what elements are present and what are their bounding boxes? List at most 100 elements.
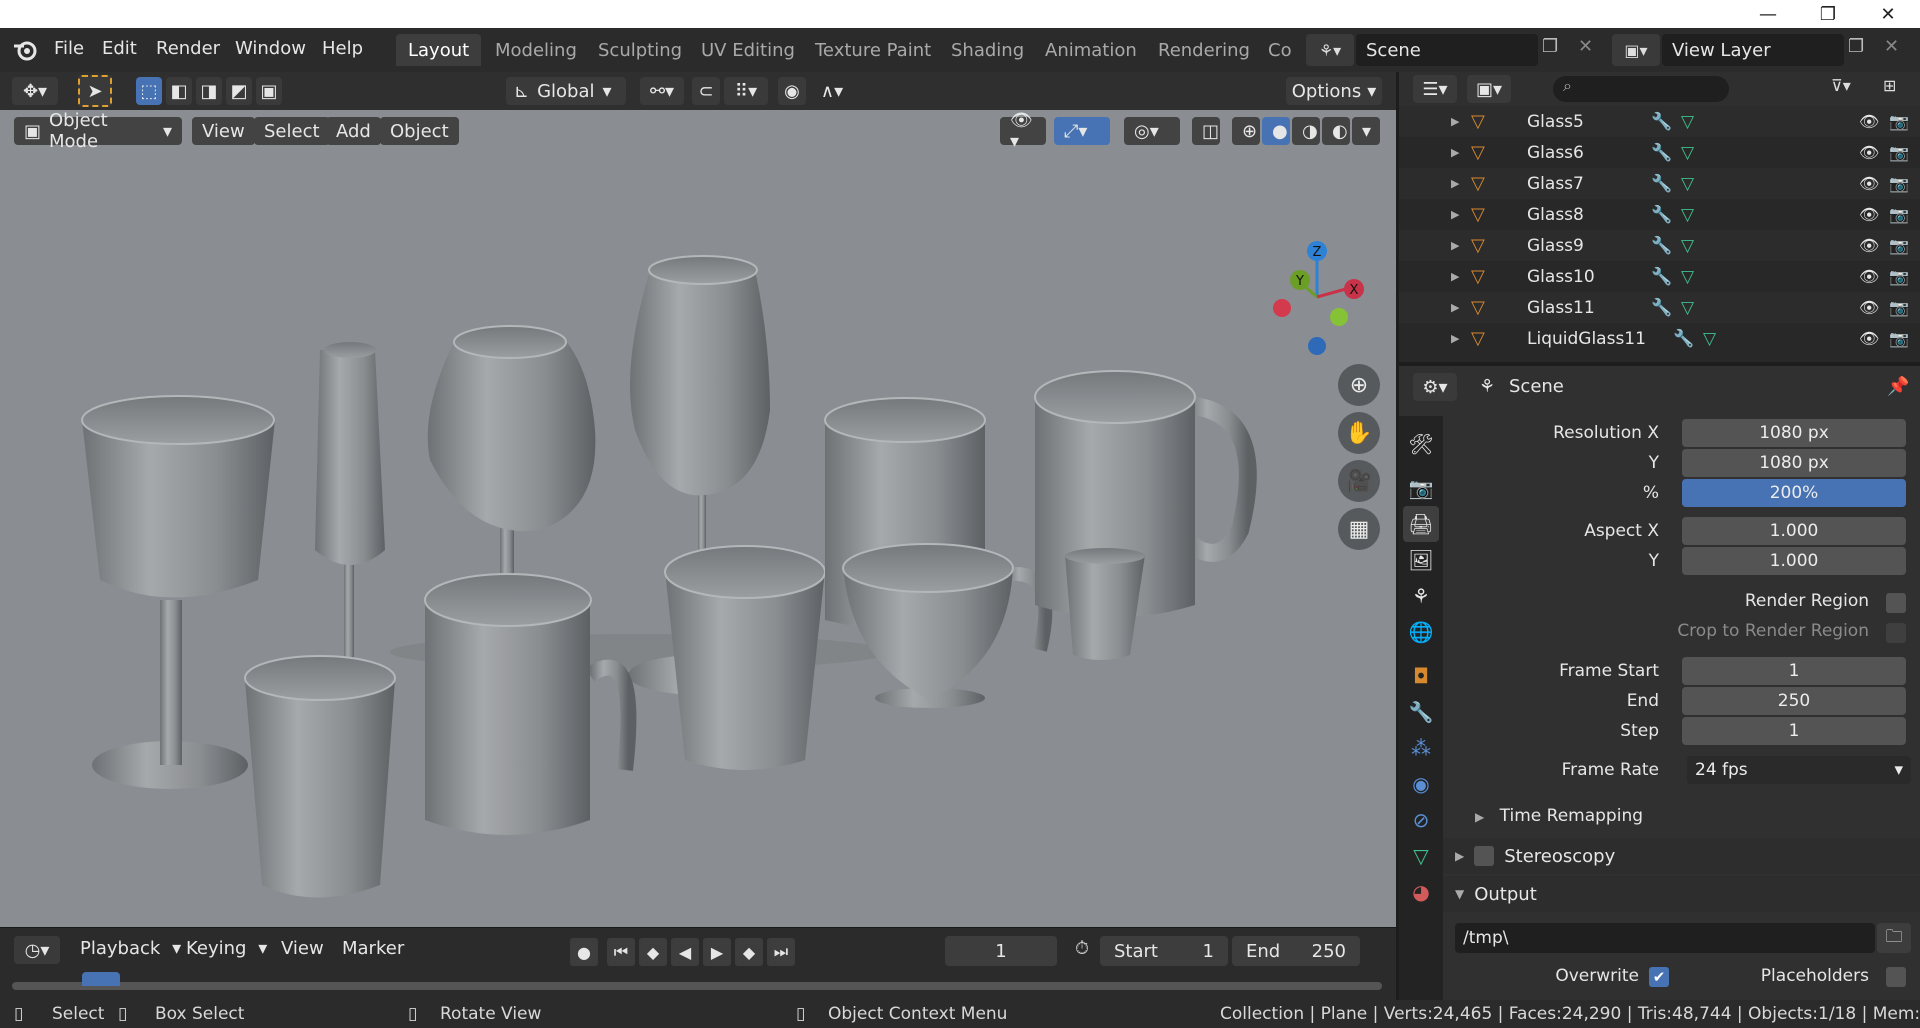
outliner-item[interactable]: ▶ ▽ Glass7 🔧 ▽ 👁 📷 (1399, 168, 1920, 199)
render-tab-icon[interactable]: 📷 (1403, 470, 1439, 506)
outliner-item[interactable]: ▶ ▽ Glass9 🔧 ▽ 👁 📷 (1399, 230, 1920, 261)
pin-icon[interactable]: 📌 (1887, 376, 1909, 397)
render-region-checkbox[interactable] (1886, 593, 1906, 613)
timeline-editor[interactable]: ◷▾ Playback ▾ Keying ▾ View Marker ● ⏮ ◆… (0, 927, 1396, 1000)
modifier-icon[interactable]: 🔧 (1651, 298, 1672, 318)
end-frame-field[interactable]: End 250 (1232, 936, 1360, 966)
world-tab-icon[interactable]: 🌐 (1403, 614, 1439, 650)
visibility-eye-icon[interactable]: 👁 (1859, 174, 1879, 193)
properties-editor-type-icon[interactable]: ⚙▾ (1413, 373, 1457, 401)
modifier-icon[interactable]: 🔧 (1651, 174, 1672, 194)
menu-file[interactable]: File (54, 38, 84, 59)
frame-rate-dropdown[interactable]: 24 fps ▾ (1687, 756, 1911, 784)
view-layer-selector-icon[interactable]: ▣▾ (1612, 34, 1660, 66)
expand-arrow-icon[interactable]: ▶ (1451, 177, 1459, 190)
timeline-scrollbar[interactable] (12, 982, 1382, 990)
outliner-item[interactable]: ▶ ▽ Glass10 🔧 ▽ 👁 📷 (1399, 261, 1920, 292)
resolution-percent-slider[interactable]: 200% (1682, 479, 1906, 507)
snap-target-icon[interactable]: ⠿▾ (724, 77, 768, 105)
modifier-icon[interactable]: 🔧 (1651, 236, 1672, 256)
mesh-data-icon[interactable]: ▽ (1703, 329, 1716, 349)
output-panel[interactable]: ▼ Output (1443, 876, 1920, 912)
close-window-button[interactable]: ✕ (1860, 0, 1916, 28)
tab-rendering[interactable]: Rendering (1146, 34, 1262, 66)
outliner-item-name[interactable]: LiquidGlass11 (1527, 329, 1646, 349)
frame-end-field[interactable]: 250 (1682, 687, 1906, 715)
mesh-data-icon[interactable]: ▽ (1681, 267, 1694, 287)
render-camera-icon[interactable]: 📷 (1889, 329, 1909, 348)
new-scene-icon[interactable]: ❐ (1542, 36, 1568, 64)
pivot-point-icon[interactable]: ⚯▾ (640, 77, 684, 105)
view-layer-tab-icon[interactable]: 🖼 (1403, 542, 1439, 578)
timeline-view-menu[interactable]: View (281, 938, 324, 959)
outliner-item[interactable]: ▶ ▽ Glass11 🔧 ▽ 👁 📷 (1399, 292, 1920, 323)
start-frame-field[interactable]: Start 1 (1100, 936, 1228, 966)
output-tab-icon[interactable]: 🖨 (1403, 506, 1439, 542)
tab-modeling[interactable]: Modeling (483, 34, 589, 66)
outliner-item[interactable]: ▶ ▽ Glass6 🔧 ▽ 👁 📷 (1399, 137, 1920, 168)
menu-render[interactable]: Render (156, 38, 220, 59)
play-icon[interactable]: ▶ (703, 938, 731, 966)
grid-view-icon[interactable]: ▦ (1338, 508, 1380, 550)
render-camera-icon[interactable]: 📷 (1889, 143, 1909, 162)
modifier-icon[interactable]: 🔧 (1651, 267, 1672, 287)
modifier-icon[interactable]: 🔧 (1651, 143, 1672, 163)
delete-scene-icon[interactable]: ✕ (1578, 36, 1600, 64)
visibility-eye-icon[interactable]: 👁 (1859, 205, 1879, 224)
select-mode-subtract-icon[interactable]: ◨ (196, 77, 222, 105)
outliner-search-input[interactable]: ⌕ (1553, 76, 1729, 102)
visibility-eye-icon[interactable]: 👁 (1859, 298, 1879, 317)
pan-hand-icon[interactable]: ✋ (1338, 412, 1380, 454)
delete-view-layer-icon[interactable]: ✕ (1884, 36, 1906, 64)
camera-view-icon[interactable]: 🎥 (1338, 460, 1380, 502)
tab-compositing[interactable]: Co (1256, 34, 1304, 66)
zoom-icon[interactable]: ⊕ (1338, 364, 1380, 406)
view-layer-field[interactable]: View Layer (1662, 34, 1844, 66)
placeholders-checkbox[interactable] (1886, 967, 1906, 987)
particles-tab-icon[interactable]: ⁂ (1403, 730, 1439, 766)
stereoscopy-checkbox[interactable] (1474, 846, 1495, 866)
modifier-icon[interactable]: 🔧 (1673, 329, 1694, 349)
outliner-item-name[interactable]: Glass6 (1527, 143, 1584, 163)
folder-icon[interactable]: 🗀 (1877, 923, 1911, 953)
visibility-eye-icon[interactable]: 👁 (1859, 329, 1879, 348)
render-camera-icon[interactable]: 📷 (1889, 298, 1909, 317)
stopwatch-icon[interactable]: ⏱ (1068, 938, 1096, 966)
snap-toggle-icon[interactable]: ⊂ (692, 77, 720, 105)
crop-region-checkbox[interactable] (1886, 623, 1906, 643)
material-tab-icon[interactable]: ◕ (1403, 874, 1439, 910)
render-camera-icon[interactable]: 📷 (1889, 236, 1909, 255)
mesh-data-icon[interactable]: ▽ (1681, 143, 1694, 163)
frame-start-field[interactable]: 1 (1682, 657, 1906, 685)
menu-window[interactable]: Window (235, 38, 306, 59)
select-mode-intersect-icon[interactable]: ▣ (256, 77, 282, 105)
tool-tab-icon[interactable]: 🛠 (1403, 426, 1439, 462)
modifier-tab-icon[interactable]: 🔧 (1403, 694, 1439, 730)
proportional-edit-icon[interactable]: ◉ (778, 77, 806, 105)
select-tool-icon[interactable]: ➤ (78, 75, 112, 107)
tab-layout[interactable]: Layout (396, 34, 482, 66)
navigation-gizmo[interactable]: Z Y X (1255, 237, 1375, 357)
tab-animation[interactable]: Animation (1033, 34, 1149, 66)
jump-end-icon[interactable]: ⏭ (767, 938, 795, 966)
outliner-item-name[interactable]: Glass11 (1527, 298, 1595, 318)
aspect-y-field[interactable]: 1.000 (1682, 547, 1906, 575)
mesh-data-icon[interactable]: ▽ (1681, 112, 1694, 132)
outliner-item-name[interactable]: Glass5 (1527, 112, 1584, 132)
render-camera-icon[interactable]: 📷 (1889, 112, 1909, 131)
options-dropdown[interactable]: Options ▾ (1286, 77, 1382, 105)
outliner-item-name[interactable]: Glass9 (1527, 236, 1584, 256)
expand-arrow-icon[interactable]: ▶ (1451, 270, 1459, 283)
mesh-data-icon[interactable]: ▽ (1681, 236, 1694, 256)
mesh-data-icon[interactable]: ▽ (1681, 174, 1694, 194)
select-mode-extend-icon[interactable]: ◧ (166, 77, 192, 105)
play-reverse-icon[interactable]: ◀ (671, 938, 699, 966)
record-icon[interactable]: ● (570, 938, 598, 966)
stereoscopy-panel[interactable]: ▶ Stereoscopy (1443, 838, 1920, 874)
overwrite-checkbox[interactable]: ✔ (1649, 967, 1669, 987)
blender-logo-icon[interactable] (12, 38, 40, 62)
expand-arrow-icon[interactable]: ▶ (1451, 239, 1459, 252)
modifier-icon[interactable]: 🔧 (1651, 205, 1672, 225)
render-camera-icon[interactable]: 📷 (1889, 205, 1909, 224)
menu-help[interactable]: Help (322, 38, 363, 59)
